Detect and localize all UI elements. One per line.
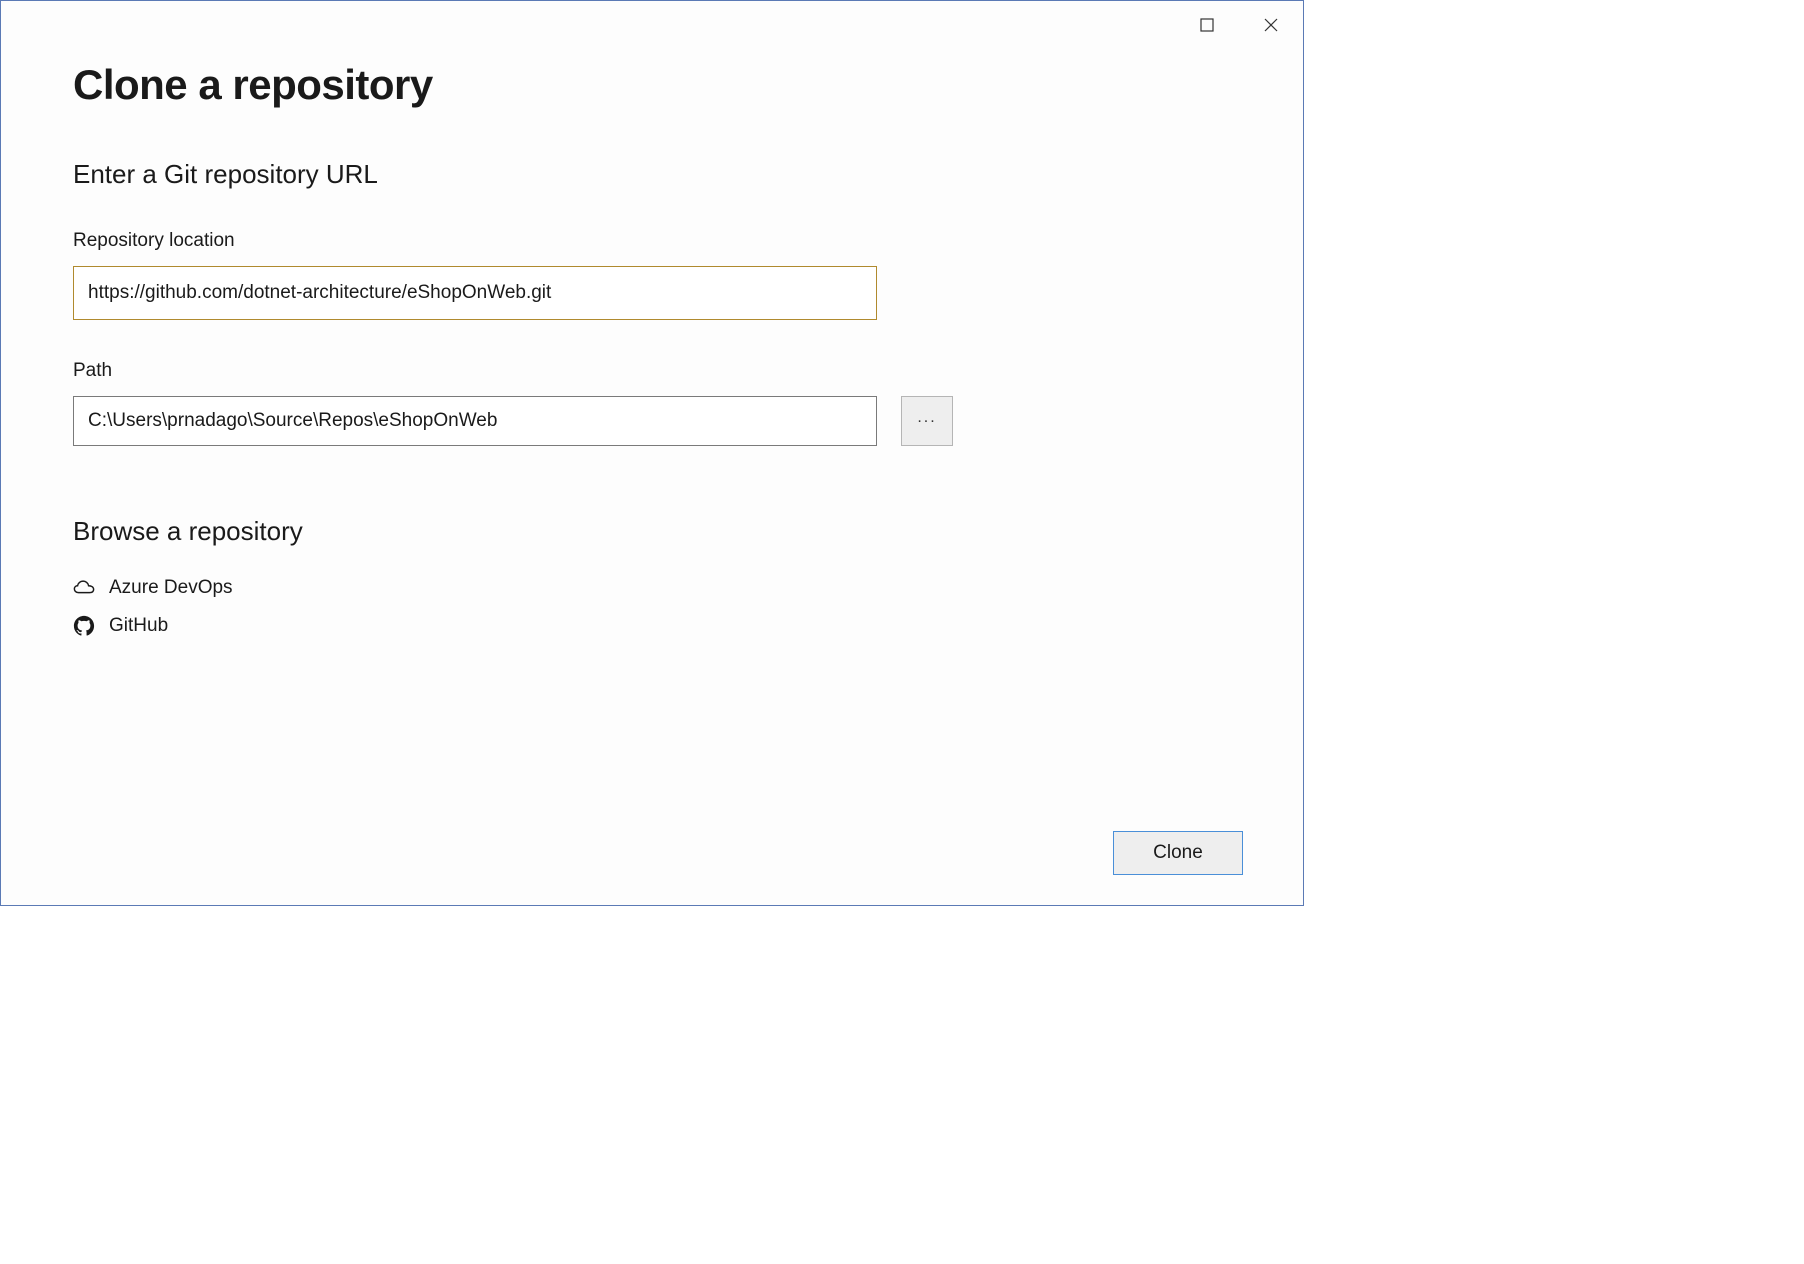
clone-repository-dialog: Clone a repository Enter a Git repositor… bbox=[0, 0, 1304, 906]
browse-item-label: Azure DevOps bbox=[109, 577, 233, 599]
path-label: Path bbox=[73, 360, 1231, 382]
page-title: Clone a repository bbox=[73, 61, 1231, 109]
maximize-icon bbox=[1200, 18, 1214, 32]
section-browse-heading: Browse a repository bbox=[73, 516, 1231, 547]
path-field-group: Path ... bbox=[73, 360, 1231, 446]
browse-item-azure-devops[interactable]: Azure DevOps bbox=[73, 569, 1231, 607]
repo-location-label: Repository location bbox=[73, 230, 1231, 252]
section-enter-url-heading: Enter a Git repository URL bbox=[73, 159, 1231, 190]
browse-item-label: GitHub bbox=[109, 615, 168, 637]
clone-button[interactable]: Clone bbox=[1113, 831, 1243, 875]
maximize-button[interactable] bbox=[1175, 1, 1239, 49]
close-button[interactable] bbox=[1239, 1, 1303, 49]
cloud-icon bbox=[73, 577, 95, 599]
github-icon bbox=[73, 615, 95, 637]
titlebar bbox=[1175, 1, 1303, 49]
browse-path-button[interactable]: ... bbox=[901, 396, 953, 446]
repo-location-field-group: Repository location bbox=[73, 230, 1231, 320]
close-icon bbox=[1264, 18, 1278, 32]
browse-item-github[interactable]: GitHub bbox=[73, 607, 1231, 645]
dialog-footer: Clone bbox=[1113, 831, 1243, 875]
browse-repository-section: Browse a repository Azure DevOps GitHub bbox=[73, 516, 1231, 645]
path-input[interactable] bbox=[73, 396, 877, 446]
repo-location-input[interactable] bbox=[73, 266, 877, 320]
